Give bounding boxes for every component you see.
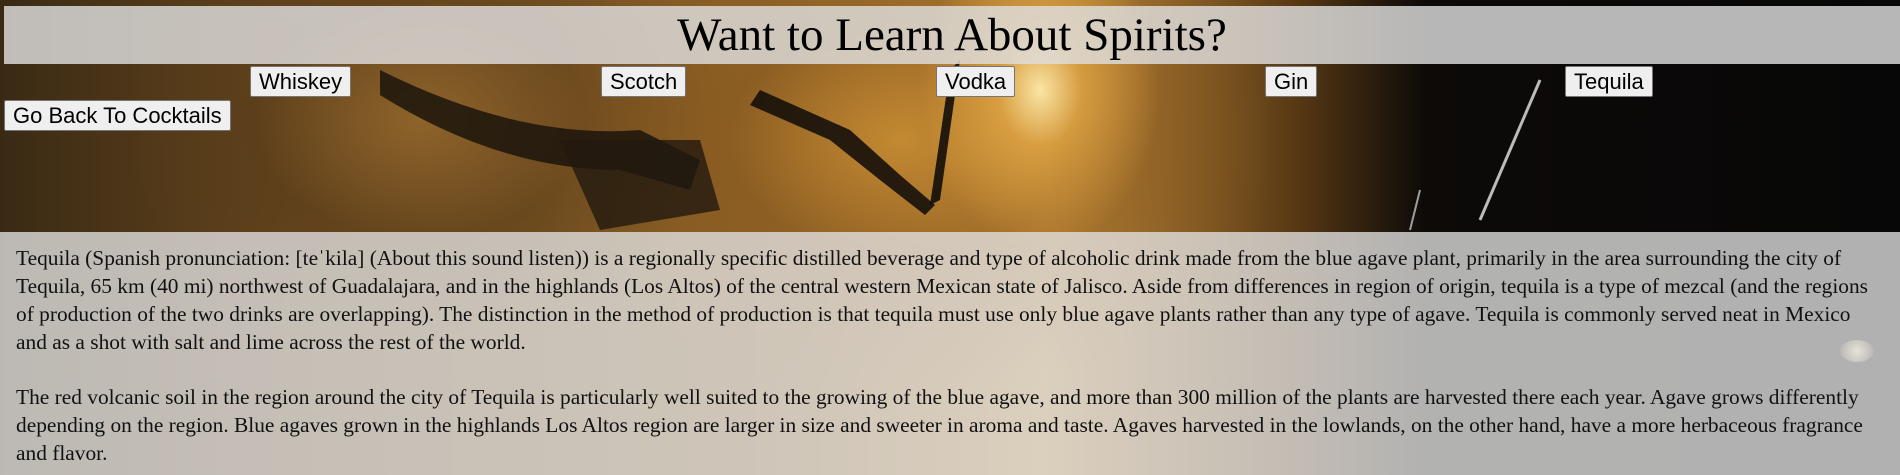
description-paragraph: The red volcanic soil in the region arou… [16,385,1863,465]
spirit-description-panel: Tequila (Spanish pronunciation: [teˈkila… [0,232,1900,475]
header-band: Want to Learn About Spirits? [4,6,1900,64]
back-to-cocktails-button[interactable]: Go Back To Cocktails [4,100,231,131]
whiskey-button[interactable]: Whiskey [250,66,352,97]
vodka-button[interactable]: Vodka [936,66,1016,97]
page-title: Want to Learn About Spirits? [677,9,1227,61]
description-paragraph: Tequila (Spanish pronunciation: [teˈkila… [16,246,1869,354]
scotch-button[interactable]: Scotch [601,66,687,97]
tequila-button[interactable]: Tequila [1565,66,1653,97]
gin-button[interactable]: Gin [1265,66,1318,97]
